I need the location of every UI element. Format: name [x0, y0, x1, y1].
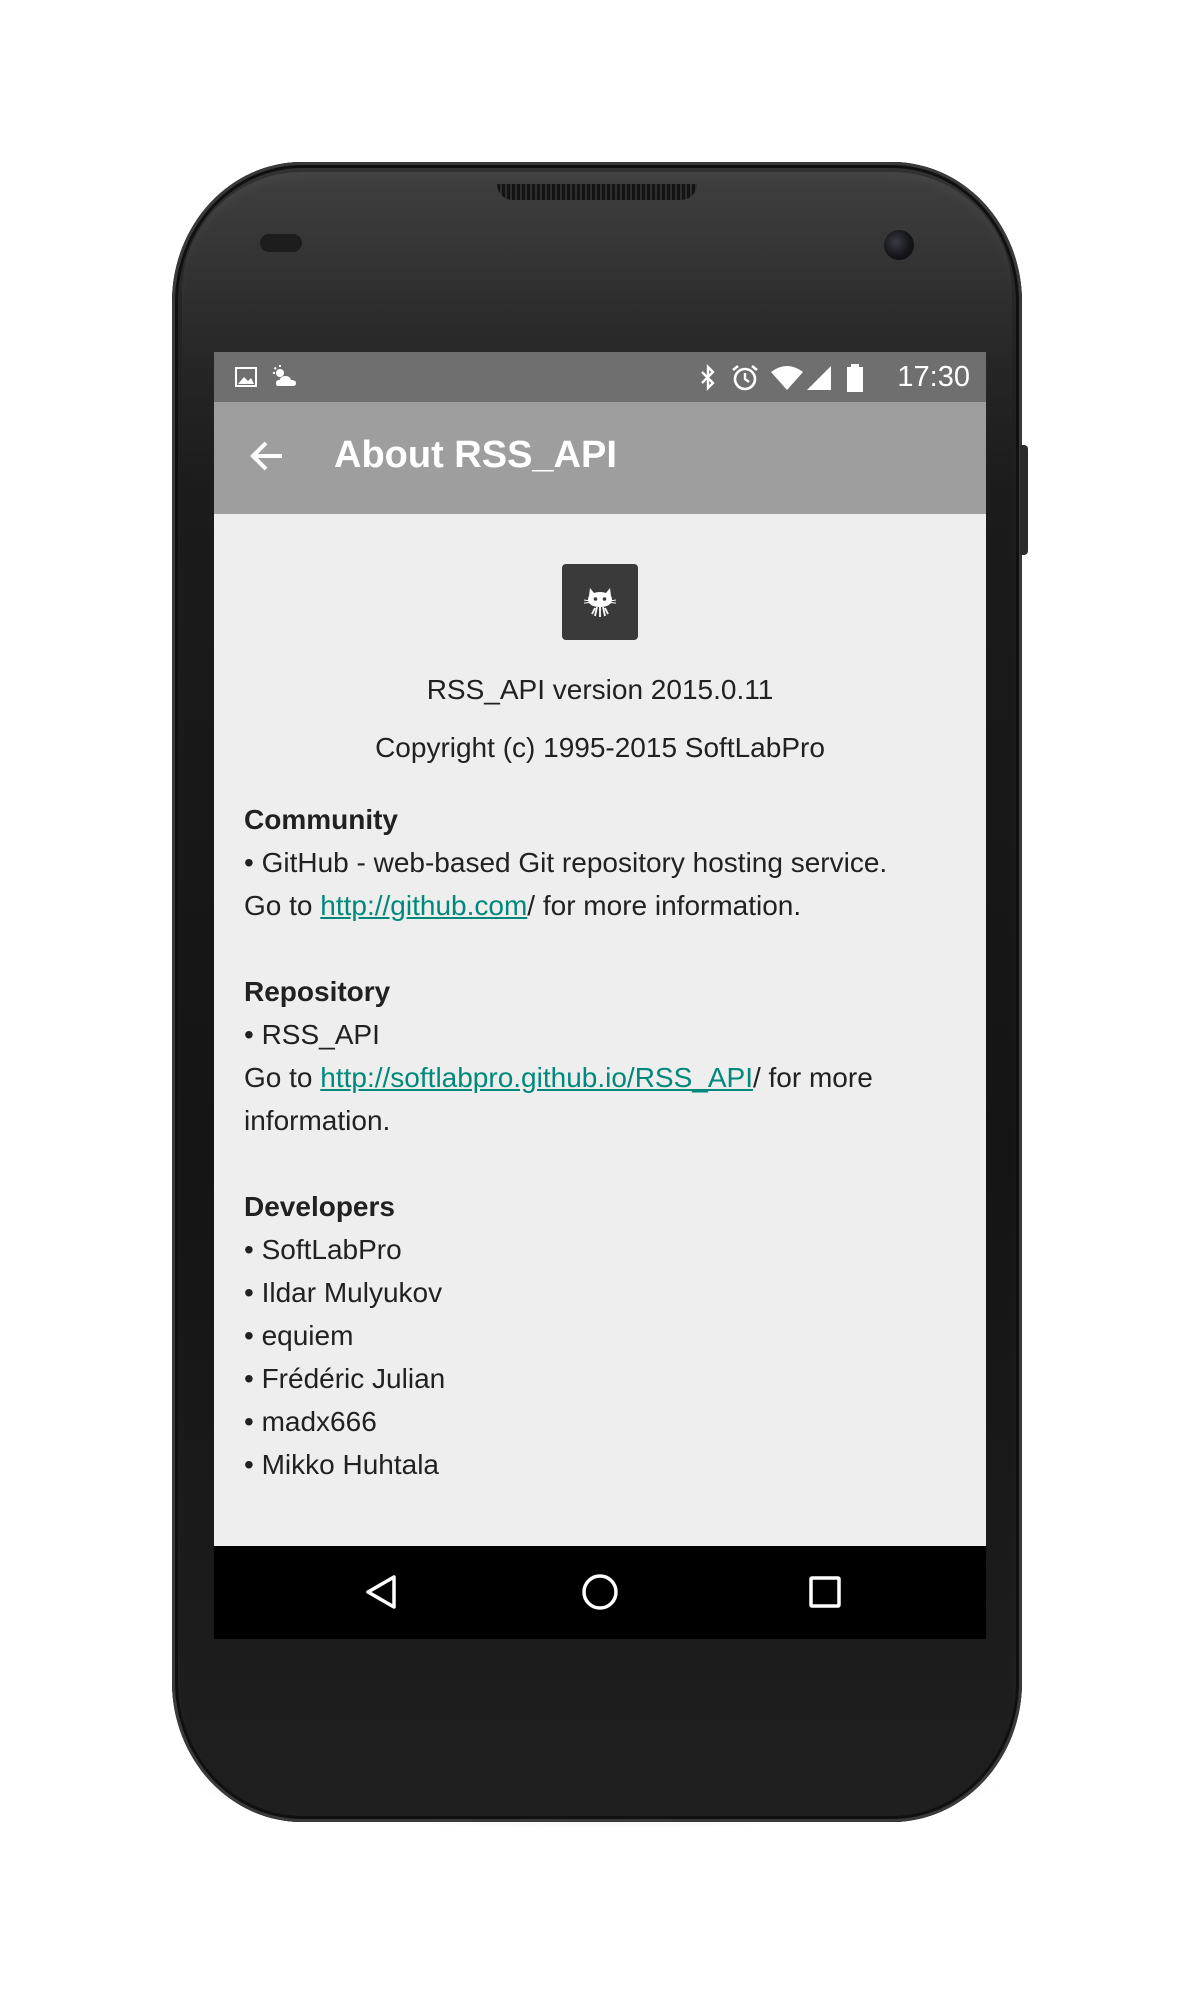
community-item: • GitHub - web-based Git repository host…: [244, 847, 888, 878]
github-octocat-icon: [580, 580, 620, 625]
alarm-icon: [730, 364, 760, 391]
developer-item: • Ildar Mulyukov: [244, 1277, 443, 1308]
go-to-text: Go to: [244, 890, 321, 921]
section-title-developers: Developers: [244, 1191, 395, 1222]
back-button[interactable]: [244, 435, 290, 481]
repository-section: Repository • RSS_API Go to http://softla…: [244, 970, 956, 1142]
page-title: About RSS_API: [334, 434, 617, 476]
image-icon: [234, 364, 258, 390]
app-logo: [562, 564, 638, 640]
section-title-community: Community: [244, 804, 398, 835]
github-link[interactable]: http://github.com: [320, 890, 527, 921]
weather-cloud-icon: [270, 364, 302, 390]
community-section: Community • GitHub - web-based Git repos…: [244, 798, 956, 927]
about-content[interactable]: RSS_API version 2015.0.11 Copyright (c) …: [214, 514, 986, 1546]
nav-recents-button[interactable]: [797, 1566, 853, 1622]
app-bar: About RSS_API: [214, 402, 986, 514]
nav-recents-square-icon: [805, 1572, 845, 1617]
bluetooth-icon: [698, 364, 718, 391]
nav-back-button[interactable]: [354, 1566, 410, 1622]
developer-item: • Mikko Huhtala: [244, 1449, 439, 1480]
developer-item: • equiem: [244, 1320, 354, 1351]
status-bar: 17:30: [214, 352, 986, 402]
earpiece-speaker: [497, 184, 697, 200]
version-text: RSS_API version 2015.0.11: [426, 674, 774, 705]
developer-item: • madx666: [244, 1406, 377, 1437]
developer-item: • SoftLabPro: [244, 1234, 402, 1265]
community-link-line: Go to http://github.com/ for more inform…: [244, 884, 956, 927]
nav-back-triangle-icon: [362, 1572, 402, 1617]
developer-item: • Frédéric Julian: [244, 1363, 446, 1394]
repository-link-line: Go to http://softlabpro.github.io/RSS_AP…: [244, 1056, 956, 1099]
arrow-back-icon: [250, 439, 284, 478]
copyright-text: Copyright (c) 1995-2015 SoftLabPro: [375, 732, 825, 763]
navigation-bar: [214, 1546, 986, 1639]
front-camera: [884, 230, 914, 260]
repository-item: • RSS_API: [244, 1019, 380, 1050]
nav-home-button[interactable]: [572, 1566, 628, 1622]
power-button: [1020, 445, 1028, 555]
device-mockup: 17:30 About RSS_API RSS_API version 2015…: [0, 0, 1195, 1994]
phone-screen: 17:30 About RSS_API RSS_API version 2015…: [214, 352, 986, 1639]
section-title-repository: Repository: [244, 976, 391, 1007]
more-info-text-continued: information.: [244, 1105, 391, 1136]
proximity-sensor: [260, 234, 302, 252]
nav-home-circle-icon: [580, 1572, 620, 1617]
signal-icon: [806, 364, 832, 390]
status-time: 17:30: [897, 361, 970, 393]
developers-section: Developers • SoftLabPro • Ildar Mulyukov…: [244, 1185, 956, 1486]
go-to-text: Go to: [244, 1062, 321, 1093]
wifi-icon: [770, 364, 804, 390]
more-info-text: / for more: [752, 1062, 873, 1093]
more-info-text: / for more information.: [527, 890, 802, 921]
battery-icon: [846, 364, 864, 392]
repository-link[interactable]: http://softlabpro.github.io/RSS_API: [320, 1062, 753, 1093]
